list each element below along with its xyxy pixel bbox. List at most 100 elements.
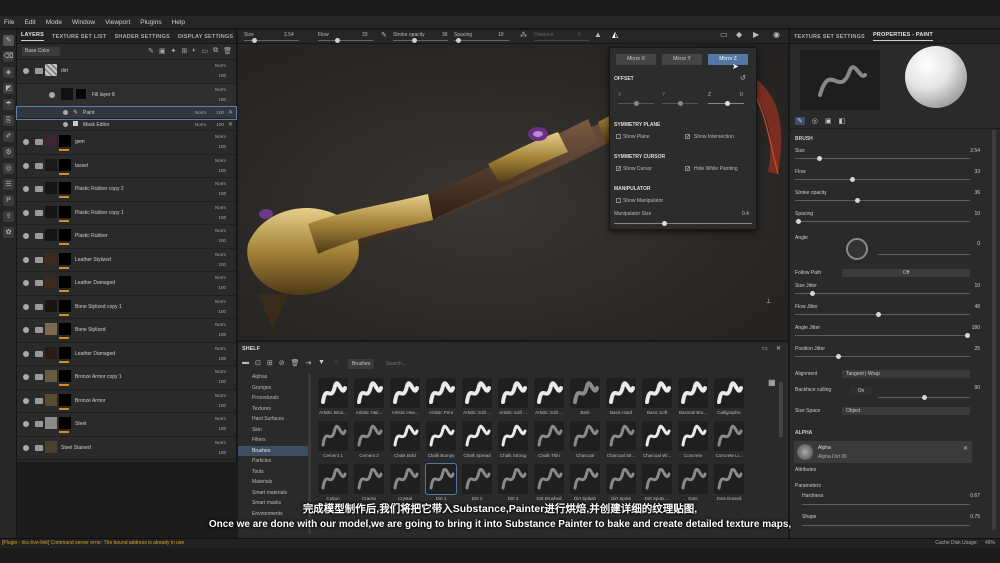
shelf-category-brushes[interactable]: Brushes [238,445,310,456]
mirror-z-button[interactable]: Mirror Z [708,54,748,65]
smudge-icon[interactable]: ☂ [3,99,14,110]
layer-row[interactable]: Leather Stylized Norm 100 [17,249,236,272]
brush-preset[interactable]: Artistic Brus... [316,378,350,422]
layer-row[interactable]: Steel Norm 100 [17,413,236,437]
param-slider[interactable] [795,314,970,315]
param-value[interactable]: 36 [974,190,980,196]
layer-opacity[interactable]: 100 [218,191,226,196]
layer-opacity[interactable]: 100 [218,285,226,290]
param-slider[interactable] [795,221,970,222]
lazy-mouse-icon[interactable]: ⁂ [520,31,527,39]
blend-mode[interactable]: Norm [215,393,226,398]
blend-mode[interactable]: Norm [215,299,226,304]
properties-scrollbar[interactable] [992,130,996,530]
angle-dial[interactable] [846,238,868,260]
brush-preset[interactable]: Artistic Print [424,378,458,422]
blend-mode[interactable]: Norm [215,275,226,280]
menu-file[interactable]: File [4,19,14,26]
brush-preset[interactable]: Artistic Soft ... [460,378,494,422]
bake-icon[interactable]: ⚙ [3,147,14,158]
brush-preset[interactable]: Chalk Bumpy [424,421,458,465]
stroke-opacity-value[interactable]: 36 [442,32,448,38]
shelf-category-skin[interactable]: Skin [238,425,310,436]
brush-preset[interactable]: Artistic Hair... [352,378,386,422]
eye-icon[interactable] [23,233,29,239]
eye-icon[interactable] [23,444,29,451]
param-slider-knob[interactable] [849,177,855,182]
layer-row[interactable]: gem Norm 100 [17,131,236,155]
menu-help[interactable]: Help [172,19,185,26]
brush-preset[interactable]: Cement 2 [352,421,386,465]
brush-preset[interactable]: Chalk Spread [460,421,494,465]
shelf-search-input[interactable] [386,359,546,369]
show-manipulator-checkbox[interactable] [616,198,621,203]
add-layer-icon[interactable]: ⊞ [181,47,187,55]
blend-mode[interactable]: Norm [215,322,226,327]
photoshop-icon[interactable]: P [3,195,14,206]
blend-mode[interactable]: Norm [215,205,226,210]
video-icon[interactable]: ▶ [753,30,759,39]
brush-preset[interactable]: Chalk Thin [532,421,566,465]
shelf-category-grunges[interactable]: Grunges [238,383,310,394]
size-slider-knob[interactable] [252,38,257,43]
shelf-category-particles[interactable]: Particles [238,456,310,467]
param-slider[interactable] [795,335,970,336]
projection-icon[interactable]: ◈ [3,67,14,78]
blend-mode[interactable]: Norm [215,440,226,445]
shelf-category-textures[interactable]: Textures [238,404,310,415]
eye-icon[interactable] [23,280,29,286]
eye-icon[interactable] [23,374,29,380]
brush-preset[interactable]: Bark [568,378,602,422]
eye-icon[interactable] [63,110,68,115]
blend-mode[interactable]: Norm [215,87,226,92]
hide-while-painting-checkbox[interactable]: ✓ [685,166,690,172]
filter-tag[interactable]: Brushes [348,359,375,369]
param-slider-knob[interactable] [836,354,841,359]
brush-preset[interactable]: Basmati Bru... [676,378,710,422]
brush-preset[interactable]: Charcoal [568,421,602,465]
layer-opacity[interactable]: 100 [218,73,226,78]
layer-row[interactable]: Plastic Rubber copy 2 Norm 100 [17,178,236,202]
stroke-opacity-slider[interactable] [393,40,448,41]
alignment-select[interactable]: Tangent | Wrap [842,370,970,378]
duplicate-icon[interactable]: ⧉ [213,47,218,55]
filter-icon[interactable]: ▼ [318,359,325,366]
brush-preset[interactable]: Basic Hard [604,378,638,422]
eye-icon[interactable] [23,186,29,192]
brush-preset[interactable]: Artistic Soft ... [496,378,530,422]
close-icon[interactable]: ✕ [228,109,233,116]
screenshot-icon[interactable]: ◉ [773,30,780,39]
menu-mode[interactable]: Mode [46,19,62,26]
param-slider-knob[interactable] [965,333,970,338]
tab-shader-settings[interactable]: SHADER SETTINGS [115,34,170,40]
layer-row[interactable]: Leather Damaged Norm 100 [17,343,236,366]
alpha-resource[interactable]: Alpha Alpha Dirt 06 ✕ [794,441,972,463]
eye-icon[interactable] [23,421,29,427]
layer-row[interactable]: Plastic Rubber copy 1 Norm 100 [17,202,236,225]
layer-opacity[interactable]: 100 [218,309,226,314]
shelf-category-filters[interactable]: Filters [238,435,310,446]
shelf-category-alphas[interactable]: Alphas [238,372,310,383]
spacing-knob[interactable] [456,38,461,43]
eye-icon[interactable] [23,68,29,74]
eraser-icon[interactable]: ⌫ [3,51,14,62]
spacing-value[interactable]: 10 [498,32,504,38]
blend-mode[interactable]: Norm [195,110,206,115]
reset-icon[interactable]: ↺ [740,74,746,82]
mirror-x-button[interactable]: Mirror X [616,54,656,65]
close-icon[interactable]: ✕ [963,445,968,452]
menu-window[interactable]: Window [72,19,95,26]
shelf-category-hard-surfaces[interactable]: Hard Surfaces [238,414,310,425]
layer-opacity[interactable]: 100 [218,238,226,243]
material-tab-icon[interactable]: ◎ [812,117,818,125]
sublayer-opacity[interactable]: 100 [216,122,224,127]
layer-row[interactable]: Plastic Rubber Norm 100 [17,225,236,249]
param-slider-knob[interactable] [817,156,823,161]
param-slider-knob[interactable] [854,198,860,203]
trash-icon[interactable]: 🗑 [223,47,232,55]
eye-icon[interactable] [63,122,68,127]
folder-icon[interactable]: ▭ [201,47,208,55]
add-fill-icon[interactable]: ◐ [192,47,196,55]
layer-opacity[interactable]: 100 [218,332,226,337]
layer-opacity[interactable]: 100 [218,262,226,267]
